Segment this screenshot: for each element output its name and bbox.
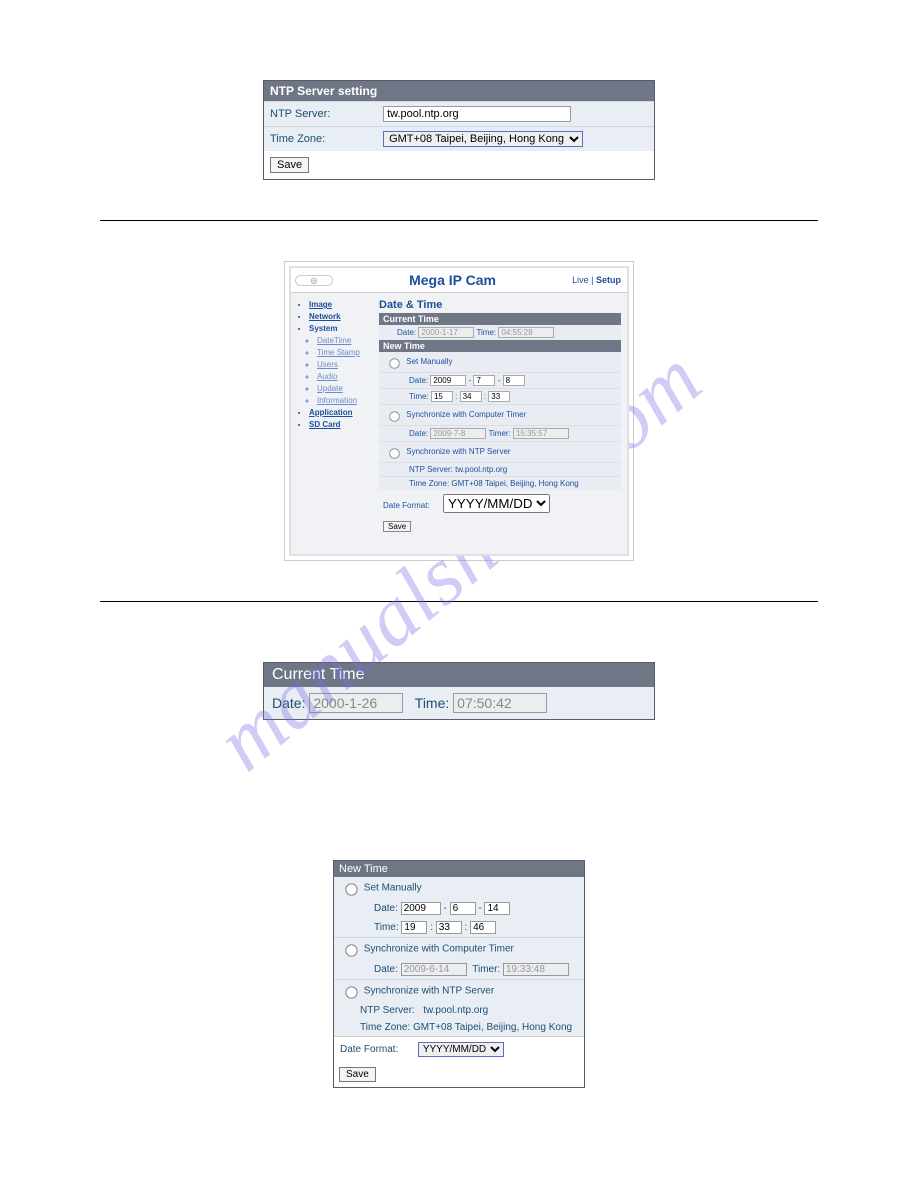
date-label: Date: [374,903,398,914]
ntp-server-label: NTP Server: [383,465,453,474]
time-zone-select[interactable]: GMT+08 Taipei, Beijing, Hong Kong [383,131,583,147]
time-value [453,693,547,713]
date-day-input[interactable] [484,902,510,915]
current-time-header: Current Time [264,663,654,687]
sync-ntp-label: Synchronize with NTP Server [364,986,494,997]
time-min-input[interactable] [436,921,462,934]
date-format-label: Date Format: [383,501,430,510]
date-month-input[interactable] [473,375,495,386]
sync-computer-label: Synchronize with Computer Timer [406,410,526,419]
sync-computer-radio[interactable] [345,944,357,956]
date-format-label: Date Format: [340,1044,398,1055]
new-time-header: New Time [379,340,621,352]
nav-network[interactable]: Network [309,311,375,323]
nav-audio[interactable]: Audio [317,371,375,383]
date-value [309,693,403,713]
sync-computer-radio[interactable] [389,411,399,421]
new-time-header: New Time [334,861,584,877]
tz-value: GMT+08 Taipei, Beijing, Hong Kong [451,479,578,488]
time-zone-label: Time Zone: [270,133,380,145]
current-time-panel: Current Time Date: Time: [263,662,655,720]
nav-system[interactable]: System [309,323,375,335]
tz-value: GMT+08 Taipei, Beijing, Hong Kong [413,1022,572,1033]
date-format-select[interactable]: YYYY/MM/DD [443,494,550,513]
divider [100,220,818,221]
set-manually-radio[interactable] [389,358,399,368]
ntp-server-setting-panel: NTP Server setting NTP Server: Time Zone… [263,80,655,180]
time-label: Time: [383,392,429,401]
time-sec-input[interactable] [488,391,510,402]
sidebar-nav: Image Network System DateTime Time Stamp… [291,293,377,542]
sc-date-value [430,428,486,439]
nav-timestamp[interactable]: Time Stamp [317,347,375,359]
ntp-server-value: tw.pool.ntp.org [455,465,507,474]
date-year-input[interactable] [401,902,441,915]
date-day-input[interactable] [503,375,525,386]
time-hour-input[interactable] [401,921,427,934]
ntp-server-input[interactable] [383,106,571,122]
save-button[interactable]: Save [339,1067,376,1082]
current-time-label: Time: [476,328,496,337]
save-button[interactable]: Save [383,521,411,532]
tz-label: Time Zone: [383,479,449,488]
date-format-select[interactable]: YYYY/MM/DD [418,1042,504,1057]
time-min-input[interactable] [460,391,482,402]
set-manually-radio[interactable] [345,883,357,895]
page-title: Mega IP Cam [333,272,572,288]
sync-ntp-radio[interactable] [389,448,399,458]
date-label: Date: [383,376,428,385]
ntp-server-label: NTP Server: [360,1005,415,1016]
live-link[interactable]: Live [572,275,589,285]
setup-link[interactable]: Setup [596,275,621,285]
save-button[interactable]: Save [270,157,309,173]
set-manually-label: Set Manually [364,883,422,894]
sc-date-label: Date: [383,429,428,438]
sc-date-value [401,963,467,976]
sc-time-label: Timer: [472,964,500,975]
setup-page-screenshot: ◎ Mega IP Cam Live | Setup Image Network… [284,261,634,561]
sync-ntp-radio[interactable] [345,986,357,998]
set-manually-label: Set Manually [406,357,452,366]
sc-date-label: Date: [374,964,398,975]
ntp-server-label: NTP Server: [270,108,380,120]
current-time-value [498,327,554,338]
time-label: Time: [374,922,399,933]
current-date-value [418,327,474,338]
nav-image[interactable]: Image [309,299,375,311]
nav-datetime[interactable]: DateTime [317,335,375,347]
nav-users[interactable]: Users [317,359,375,371]
sc-time-value [513,428,569,439]
nav-info[interactable]: Information [317,395,375,407]
sc-time-value [503,963,569,976]
sync-ntp-label: Synchronize with NTP Server [406,447,510,456]
nav-sdcard[interactable]: SD Card [309,419,375,431]
time-sec-input[interactable] [470,921,496,934]
nav-update[interactable]: Update [317,383,375,395]
date-time-heading: Date & Time [379,299,621,311]
date-year-input[interactable] [430,375,466,386]
ntp-server-value: tw.pool.ntp.org [423,1005,488,1016]
current-time-header: Current Time [379,313,621,325]
time-hour-input[interactable] [431,391,453,402]
current-date-label: Date: [383,328,416,337]
divider [100,601,818,602]
time-label: Time: [415,695,449,711]
sync-computer-label: Synchronize with Computer Timer [364,944,514,955]
date-month-input[interactable] [450,902,476,915]
date-label: Date: [272,695,305,711]
ntp-header: NTP Server setting [264,81,654,101]
nav-application[interactable]: Application [309,407,375,419]
tz-label: Time Zone: [360,1022,410,1033]
new-time-panel: New Time Set Manually Date: - - Time: : … [333,860,585,1088]
logo: ◎ [295,275,333,286]
